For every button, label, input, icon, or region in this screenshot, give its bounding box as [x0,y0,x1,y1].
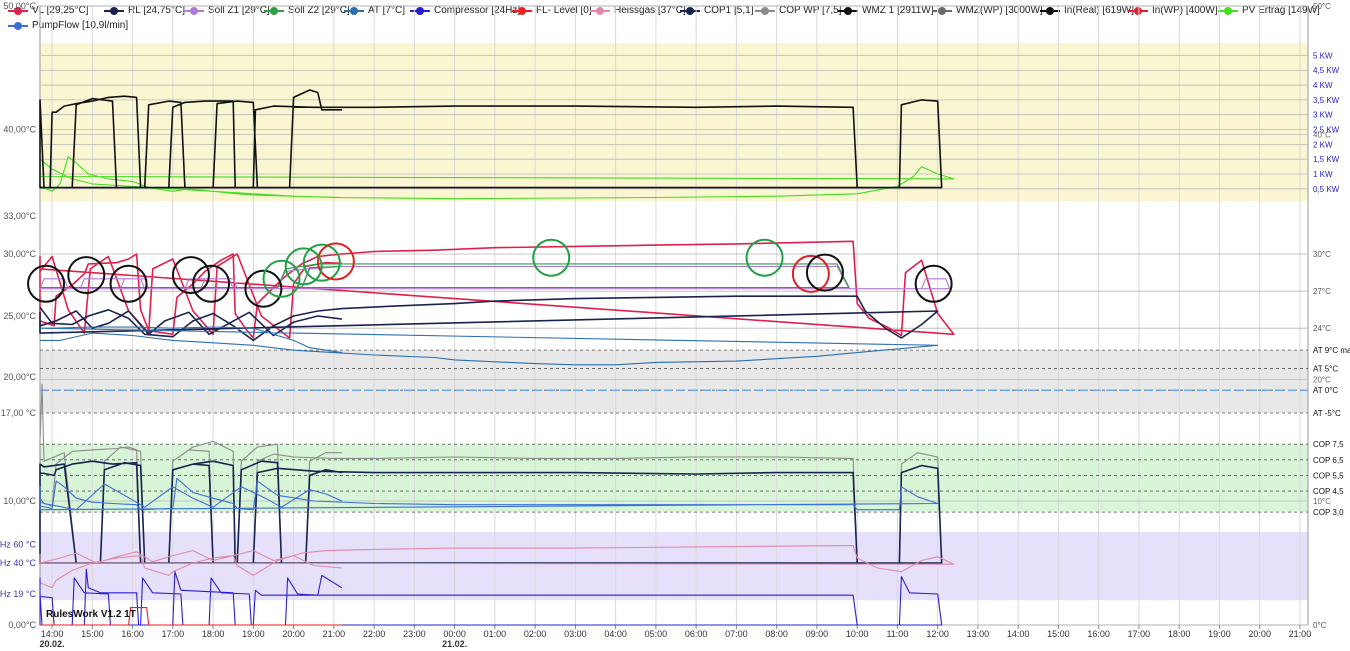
annotation-circle [914,264,953,303]
right-axis-label: 3,5 KW [1313,96,1340,105]
right-axis-label: 1,5 KW [1313,155,1340,164]
x-tick-label: 16:00 [1087,629,1110,639]
right-axis-label: 27°C [1313,287,1331,296]
left-axis-label: 25,00°C [3,311,36,321]
x-tick-label: 20:00 [282,629,305,639]
x-tick-label: 19:00 [1208,629,1231,639]
x-tick-label: 11:00 [886,629,908,639]
left-axis-label: 40,00°C [3,125,36,135]
x-tick-label: 04:00 [604,629,627,639]
x-tick-label: 15:00 [81,629,104,639]
right-axis-label: 4,5 KW [1313,66,1340,75]
annotation-circle [745,238,784,277]
x-tick-label: 19:00 [242,629,265,639]
x-tick-label: 09:00 [806,629,829,639]
x-tick-label: 00:00 [443,629,466,639]
annotation-circle [192,264,231,303]
right-axis-label: 0,5 KW [1313,185,1340,194]
left-axis-label: 50,00°C [3,1,36,11]
left-axis-label: 10,00°C [3,496,36,506]
band-outdoor [40,350,1308,413]
annotation-circle [109,264,148,303]
right-axis-label: 3 KW [1313,111,1333,120]
right-axis-label: AT 0°C [1313,386,1338,395]
right-axis-label: COP 3,0 [1313,508,1344,517]
right-axis-label: COP 6,5 [1313,456,1344,465]
right-axis-label: 40°C [1313,130,1331,139]
right-axis-label: AT -5°C [1313,409,1341,418]
right-axis-label: 24°C [1313,324,1331,333]
left-axis-label: Hz 19 °C [0,589,36,599]
date-label: 21.02. [442,639,467,649]
x-tick-label: 21:00 [1289,629,1312,639]
x-tick-label: 03:00 [564,629,587,639]
right-axis-label: AT 9°C max [1313,346,1350,355]
right-axis-label: 1 KW [1313,170,1333,179]
right-axis-label: COP 4,5 [1313,487,1344,496]
x-tick-label: 10:00 [846,629,869,639]
x-tick-label: 02:00 [524,629,547,639]
x-tick-label: 23:00 [403,629,426,639]
x-tick-label: 18:00 [202,629,225,639]
annotation-circle [532,238,571,277]
right-axis-label: 2 KW [1313,140,1333,149]
x-tick-label: 14:00 [1007,629,1030,639]
left-axis-label: 20,00°C [3,372,36,382]
left-axis-label: Hz 40 °C [0,558,36,568]
x-tick-label: 21:00 [323,629,346,639]
x-tick-label: 12:00 [926,629,949,639]
x-tick-label: 08:00 [765,629,788,639]
x-tick-label: 07:00 [725,629,748,639]
x-tick-label: 17:00 [162,629,185,639]
left-axis-label: 33,00°C [3,211,36,221]
x-tick-label: 13:00 [967,629,990,639]
left-axis-label: Hz 60 °C [0,539,36,549]
right-axis-label: 5 KW [1313,51,1333,60]
band-cop [40,444,1308,513]
x-tick-label: 01:00 [484,629,507,639]
watermark-text: RulesWork V1.2 1T [46,609,136,620]
date-label: 20.02. [40,639,65,649]
x-tick-label: 17:00 [1128,629,1151,639]
right-axis-label: 10°C [1313,497,1331,506]
x-tick-label: 06:00 [685,629,708,639]
x-tick-label: 18:00 [1168,629,1191,639]
series-soll-z2 [40,263,850,289]
x-tick-label: 05:00 [645,629,668,639]
left-axis-label: 17,00 °C [1,408,37,418]
right-axis-label: 4 KW [1313,81,1333,90]
x-tick-label: 15:00 [1047,629,1070,639]
x-tick-label: 20:00 [1248,629,1271,639]
x-tick-label: 16:00 [121,629,144,639]
right-axis-label: 20°C [1313,375,1331,384]
right-axis-label: 0°C [1313,621,1327,630]
annotation-circle [27,264,66,303]
x-tick-label: 14:00 [41,629,64,639]
right-axis-label: COP 5,5 [1313,471,1344,480]
right-axis-label: COP 7,5 [1313,440,1344,449]
left-axis-label: 0,00°C [8,620,36,630]
right-axis-label: AT 5°C [1313,364,1338,373]
x-tick-label: 22:00 [363,629,386,639]
chart-svg: 50,00°C 40,00°C 33,00°C 30,00°C 25,00°C 20,00… [0,1,1350,649]
right-axis-label: 50°C [1313,2,1331,11]
chart-root: VL [29,25°C] RL [24,75°C] Soll Z1 [29°C] So… [0,0,1350,651]
left-axis-label: 30,00°C [3,249,36,259]
right-axis-label: 30°C [1313,250,1331,259]
band-compressor [40,532,1308,601]
